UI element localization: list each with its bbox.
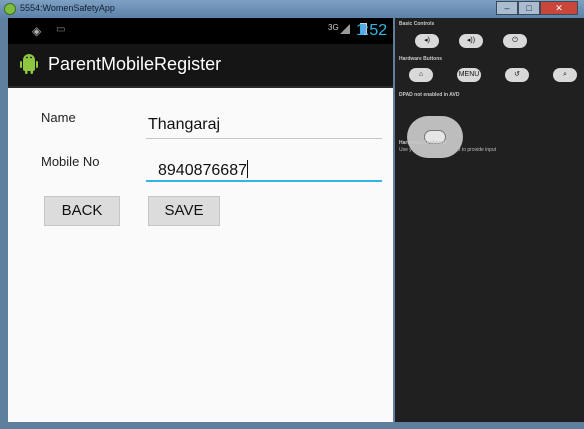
window-titlebar: 5554:WomenSafetyApp – □ ✕ xyxy=(0,0,584,18)
status-bar: ◈ ▭ 3G 1:52 xyxy=(8,18,393,44)
name-label: Name xyxy=(41,110,76,125)
android-app-icon xyxy=(4,3,16,15)
emulator-window: 5554:WomenSafetyApp – □ ✕ ◈ ▭ 3G 1:52 Pa… xyxy=(0,0,584,429)
status-clock: 1:52 xyxy=(356,22,388,39)
dpad-note: DPAD not enabled in AVD xyxy=(399,92,460,98)
back-button[interactable]: BACK xyxy=(44,196,120,226)
save-button[interactable]: SAVE xyxy=(148,196,220,226)
keyboard-title: Hardware Keyboard xyxy=(399,140,447,146)
menu-button[interactable]: MENU xyxy=(457,68,481,82)
mobile-field[interactable]: 8940876687 xyxy=(158,160,248,180)
volume-down-button[interactable]: ◂) xyxy=(415,34,439,48)
notification-icon: ▭ xyxy=(56,24,66,35)
emulator-controls-panel: Basic Controls ◂) ◂)) ⏻ Hardware Buttons… xyxy=(395,18,584,422)
usb-debug-icon: ◈ xyxy=(32,24,42,38)
window-controls: – □ ✕ xyxy=(496,1,578,15)
activity-title: ParentMobileRegister xyxy=(48,54,222,74)
mobile-field-value: 8940876687 xyxy=(158,162,247,179)
text-caret xyxy=(246,160,248,178)
back-hw-button[interactable]: ↺ xyxy=(505,68,529,82)
android-logo-icon xyxy=(20,54,38,74)
hardware-buttons-title: Hardware Buttons xyxy=(399,56,443,62)
home-button[interactable]: ⌂ xyxy=(409,68,433,82)
window-title: 5554:WomenSafetyApp xyxy=(20,3,115,13)
basic-controls-title: Basic Controls xyxy=(399,21,435,27)
volume-up-button[interactable]: ◂)) xyxy=(459,34,483,48)
power-button[interactable]: ⏻ xyxy=(503,34,527,48)
search-hw-button[interactable]: ⌕ xyxy=(553,68,577,82)
name-field[interactable]: Thangaraj xyxy=(148,116,220,134)
signal-icon xyxy=(340,24,350,34)
minimize-button[interactable]: – xyxy=(496,1,518,15)
action-bar: ParentMobileRegister xyxy=(8,44,393,88)
mobile-field-underline xyxy=(146,180,382,182)
name-field-underline xyxy=(146,138,382,139)
device-screen: ◈ ▭ 3G 1:52 ParentMobileRegister Name Th… xyxy=(8,18,393,422)
close-button[interactable]: ✕ xyxy=(540,1,578,15)
form-content: Name Thangaraj Mobile No 8940876687 BACK… xyxy=(8,88,393,422)
mobile-label: Mobile No xyxy=(41,154,100,169)
maximize-button[interactable]: □ xyxy=(518,1,540,15)
keyboard-note: Use your physical keyboard to provide in… xyxy=(399,147,496,153)
network-type: 3G xyxy=(328,23,339,32)
